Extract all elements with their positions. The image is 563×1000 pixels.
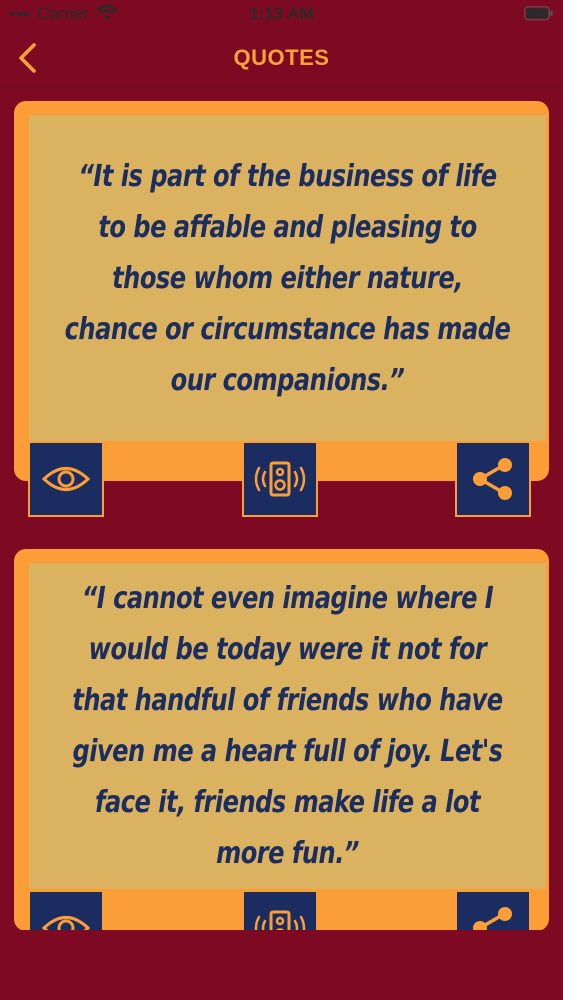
quote-text: “It is part of the business of life to b… [64,158,511,398]
quotes-list[interactable]: “It is part of the business of life to b… [0,87,563,930]
quote-card: “I cannot even imagine where I would be … [14,549,549,930]
speak-button[interactable] [242,890,318,930]
eye-icon [41,916,91,930]
battery-icon [524,6,553,21]
quote-panel: “It is part of the business of life to b… [29,115,546,441]
quote-panel: “I cannot even imagine where I would be … [29,563,546,889]
share-icon [473,458,512,500]
speaker-icon [254,461,306,497]
quote-text: “I cannot even imagine where I would be … [72,581,503,871]
share-button[interactable] [455,890,531,930]
share-icon [473,907,512,930]
speaker-icon [254,910,306,930]
status-bar: Carrier 1:13 AM [0,0,563,30]
speak-button[interactable] [242,441,318,517]
navigation-bar: QUOTES [0,30,563,86]
view-button[interactable] [28,441,104,517]
view-button[interactable] [28,890,104,930]
quote-card: “It is part of the business of life to b… [14,101,549,521]
page-title: QUOTES [233,45,330,70]
eye-icon [41,467,91,491]
share-button[interactable] [455,441,531,517]
status-time: 1:13 AM [249,4,314,23]
